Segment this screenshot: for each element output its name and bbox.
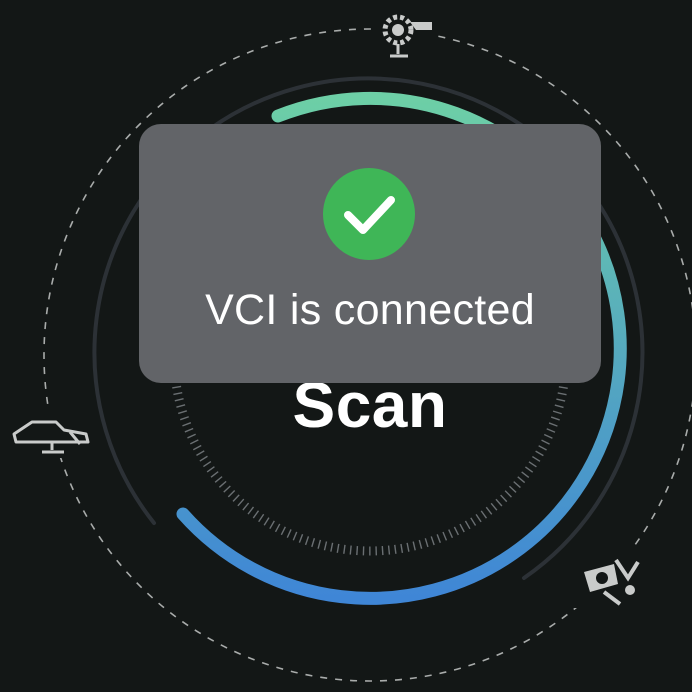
engine-icon[interactable] [376, 8, 438, 60]
brake-service-icon[interactable] [574, 550, 646, 608]
toast-message: VCI is connected [205, 286, 535, 334]
connection-toast: VCI is connected [139, 124, 601, 383]
check-circle-icon [323, 168, 415, 260]
scan-screen: Scan VCI is connected [0, 0, 692, 692]
car-lift-icon[interactable] [8, 408, 92, 458]
